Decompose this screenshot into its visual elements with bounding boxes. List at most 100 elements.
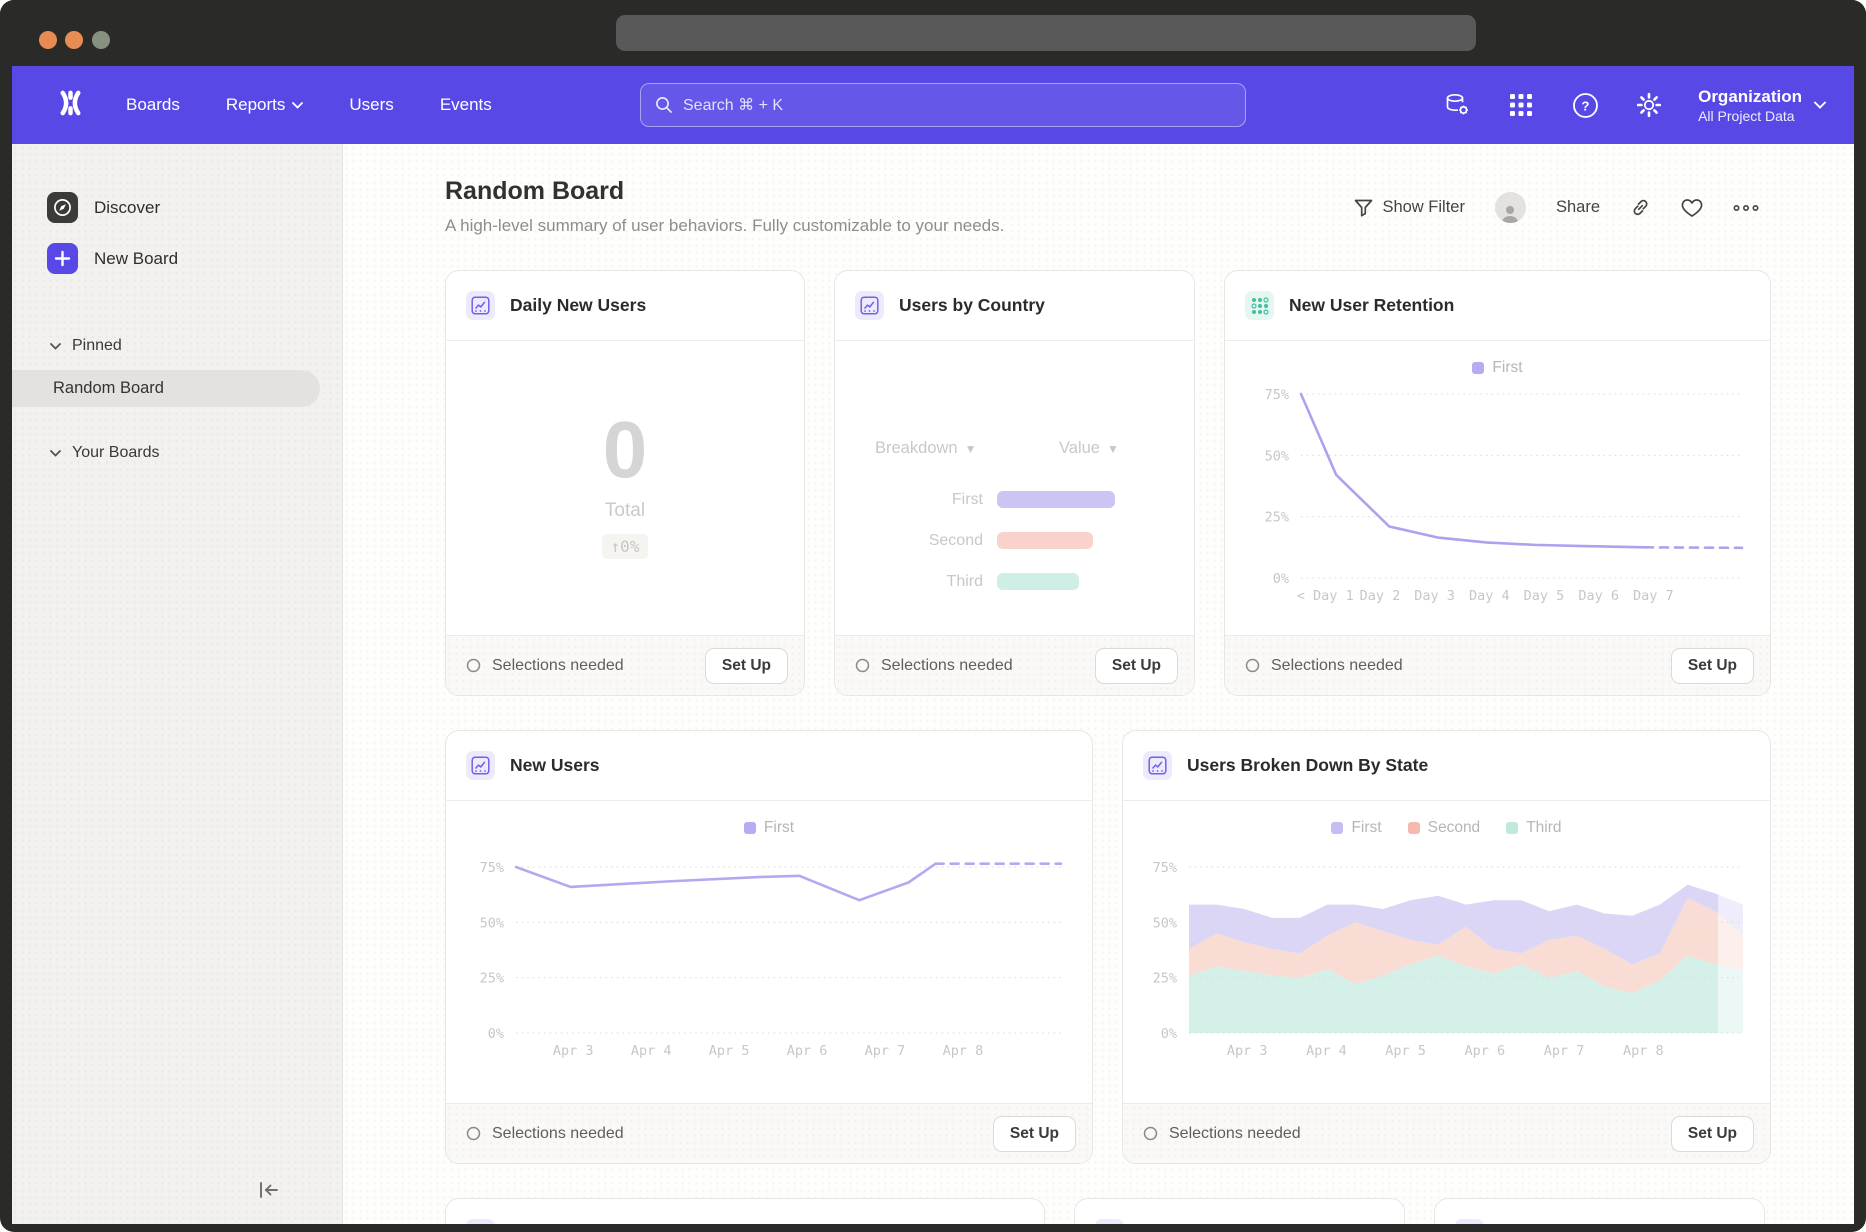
card-title: Active Users (1499, 1223, 1605, 1224)
card-title: Insights Report (1139, 1223, 1267, 1224)
page-subtitle: A high-level summary of user behaviors. … (445, 216, 1004, 236)
nav-item-events[interactable]: Events (440, 95, 492, 115)
show-filter-button[interactable]: Show Filter (1354, 198, 1465, 217)
chevron-down-icon (50, 343, 61, 350)
collapse-sidebar-icon[interactable] (258, 1181, 280, 1204)
card-footer: Selections needed Set Up (835, 635, 1194, 695)
chevron-down-icon (292, 102, 303, 109)
section-label: Pinned (72, 337, 122, 355)
retention-line-chart: 75%50%25%0%< Day 1Day 2Day 3Day 4Day 5Da… (1231, 379, 1771, 617)
svg-text:< Day 1: < Day 1 (1297, 588, 1354, 604)
copy-link-icon[interactable] (1630, 197, 1651, 218)
favorite-heart-icon[interactable] (1681, 198, 1703, 218)
nav-item-users[interactable]: Users (349, 95, 393, 115)
share-button[interactable]: Share (1556, 198, 1600, 217)
card-title: New Users (510, 755, 600, 776)
sidebar-section-pinned[interactable]: Pinned (12, 328, 342, 364)
line-chart-icon (855, 291, 884, 320)
svg-text:50%: 50% (1153, 915, 1177, 931)
chart-legend: First (1225, 341, 1770, 379)
card-footer: Selections needed Set Up (1225, 635, 1770, 695)
chart-legend: First Second Third (1123, 801, 1770, 839)
bar-label: First (835, 491, 997, 509)
svg-text:Day 6: Day 6 (1578, 588, 1619, 604)
window-minimize-button[interactable] (65, 31, 83, 49)
card-footer: Selections needed Set Up (446, 1103, 1092, 1163)
board-main: Random Board A high-level summary of use… (343, 144, 1854, 1224)
bar-third (997, 573, 1079, 590)
line-chart-icon (466, 291, 495, 320)
status-text: Selections needed (1169, 1125, 1301, 1143)
svg-text:?: ? (1581, 98, 1589, 113)
legend-label: First (1351, 819, 1381, 837)
status-circle-icon (855, 658, 870, 673)
chevron-down-icon (50, 450, 61, 457)
nav-item-reports[interactable]: Reports (226, 95, 304, 115)
stacked-area-chart: 75%50%25%0%Apr 3Apr 4Apr 5Apr 6Apr 7Apr … (1131, 839, 1764, 1073)
svg-text:50%: 50% (480, 915, 504, 931)
window-zoom-button[interactable] (92, 31, 110, 49)
svg-text:Day 2: Day 2 (1360, 588, 1401, 604)
sidebar-item-label: Discover (94, 198, 160, 218)
top-navbar: Boards Reports Users Events Search ⌘ + K (12, 66, 1854, 144)
card-users-by-country: Users by Country Breakdown▼ Value▼ First (834, 270, 1195, 696)
line-chart-icon (466, 1219, 495, 1224)
svg-text:0%: 0% (1273, 571, 1289, 587)
mixpanel-logo[interactable] (55, 90, 86, 121)
bar-second (997, 532, 1093, 549)
board-item-label: Random Board (53, 379, 164, 397)
setup-button[interactable]: Set Up (1671, 648, 1754, 684)
bar-first (997, 491, 1115, 508)
more-options-icon[interactable] (1733, 205, 1759, 211)
nav-item-boards[interactable]: Boards (126, 95, 180, 115)
bar-row: First (835, 491, 1194, 508)
breakdown-dropdown[interactable]: Breakdown▼ (875, 439, 976, 458)
metric-label: Total (605, 500, 645, 522)
org-project: All Project Data (1698, 108, 1802, 124)
status-circle-icon (466, 1126, 481, 1141)
svg-text:Apr 4: Apr 4 (631, 1043, 672, 1059)
compass-icon (47, 192, 78, 223)
svg-text:Day 5: Day 5 (1524, 588, 1565, 604)
svg-text:Apr 5: Apr 5 (709, 1043, 750, 1059)
card-stacked-line-graph: Stacked Line Graph (445, 1198, 1045, 1224)
bar-row: Second (835, 532, 1194, 549)
data-management-icon[interactable] (1442, 90, 1472, 120)
line-chart-icon (1455, 1219, 1484, 1224)
setup-button[interactable]: Set Up (1671, 1116, 1754, 1152)
sidebar-item-new-board[interactable]: New Board (12, 233, 342, 284)
apps-grid-icon[interactable] (1506, 90, 1536, 120)
status-text: Selections needed (492, 1125, 624, 1143)
window-close-button[interactable] (39, 31, 57, 49)
nav-menu: Boards Reports Users Events (126, 95, 492, 115)
sidebar-item-random-board[interactable]: Random Board (12, 370, 320, 407)
value-dropdown[interactable]: Value▼ (1059, 439, 1119, 458)
org-switcher[interactable]: Organization All Project Data (1698, 86, 1826, 123)
legend-label: Second (1428, 819, 1481, 837)
setup-button[interactable]: Set Up (705, 648, 788, 684)
sidebar: Discover New Board Pinned Random Board (12, 144, 343, 1224)
page-title: Random Board (445, 177, 624, 206)
line-chart-icon (466, 751, 495, 780)
url-bar[interactable] (616, 15, 1476, 51)
card-title: Users by Country (899, 295, 1045, 316)
svg-text:Day 4: Day 4 (1469, 588, 1510, 604)
help-icon[interactable]: ? (1570, 90, 1600, 120)
card-title: New User Retention (1289, 295, 1454, 316)
bar-row: Third (835, 573, 1194, 590)
sidebar-item-discover[interactable]: Discover (12, 182, 342, 233)
sidebar-item-label: New Board (94, 249, 178, 269)
legend-swatch (1408, 822, 1420, 834)
card-title: Users Broken Down By State (1187, 755, 1428, 776)
setup-button[interactable]: Set Up (1095, 648, 1178, 684)
setup-button[interactable]: Set Up (993, 1116, 1076, 1152)
svg-text:Apr 6: Apr 6 (787, 1043, 828, 1059)
avatar[interactable] (1495, 192, 1526, 223)
svg-text:25%: 25% (1153, 971, 1177, 987)
search-icon (655, 96, 673, 114)
sidebar-section-your-boards[interactable]: Your Boards (12, 435, 342, 471)
card-insights-report: Insights Report (1074, 1198, 1405, 1224)
settings-gear-icon[interactable] (1634, 90, 1664, 120)
search-input[interactable]: Search ⌘ + K (640, 83, 1246, 127)
window-titlebar (0, 0, 1866, 66)
